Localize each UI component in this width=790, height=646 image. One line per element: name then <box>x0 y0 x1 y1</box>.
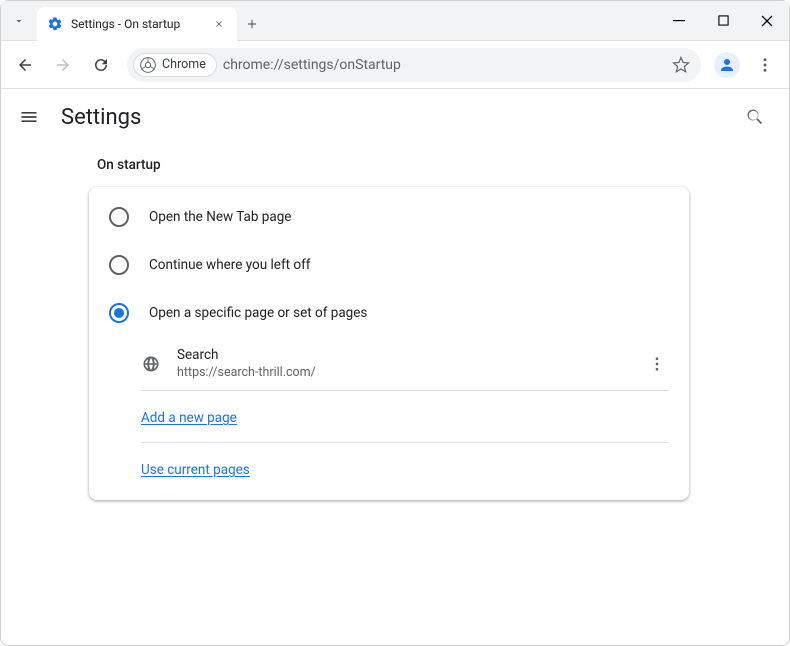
add-new-page-link[interactable]: Add a new page <box>141 410 237 426</box>
globe-icon <box>141 354 161 374</box>
bookmark-button[interactable] <box>667 51 695 79</box>
url-input[interactable] <box>223 57 661 73</box>
section-heading: On startup <box>97 157 789 173</box>
option-continue[interactable]: Continue where you left off <box>89 241 689 289</box>
radio-button[interactable] <box>109 255 129 275</box>
page-row-more-button[interactable] <box>641 348 673 380</box>
option-label: Open the New Tab page <box>149 209 291 225</box>
maximize-icon <box>718 15 729 26</box>
nav-back-button[interactable] <box>9 49 41 81</box>
option-specific-pages[interactable]: Open a specific page or set of pages <box>89 289 689 337</box>
close-icon <box>761 15 773 27</box>
titlebar-drag-region <box>267 1 657 40</box>
window-maximize-button[interactable] <box>701 1 745 41</box>
avatar <box>714 52 740 78</box>
chevron-down-icon <box>13 15 25 27</box>
omnibox[interactable]: Chrome <box>127 48 701 82</box>
browser-toolbar: Chrome <box>1 41 789 89</box>
browser-tab[interactable]: Settings - On startup <box>37 7 237 41</box>
close-icon <box>214 19 224 29</box>
startup-page-url: https://search-thrill.com/ <box>177 365 625 380</box>
settings-search-button[interactable] <box>737 99 773 135</box>
settings-menu-button[interactable] <box>17 105 41 129</box>
more-vertical-icon <box>756 56 774 74</box>
plus-icon <box>245 17 259 31</box>
radio-button[interactable] <box>109 207 129 227</box>
option-label: Open a specific page or set of pages <box>149 305 367 321</box>
on-startup-card: Open the New Tab page Continue where you… <box>89 187 689 500</box>
settings-content: On startup Open the New Tab page Continu… <box>1 145 789 500</box>
star-icon <box>672 56 690 74</box>
gear-icon <box>47 16 63 32</box>
tab-close-button[interactable] <box>211 16 227 32</box>
menu-icon <box>19 107 39 127</box>
arrow-right-icon <box>54 56 72 74</box>
chrome-logo-icon <box>140 57 156 73</box>
profile-button[interactable] <box>711 49 743 81</box>
nav-forward-button[interactable] <box>47 49 79 81</box>
tab-search-dropdown[interactable] <box>1 1 37 40</box>
new-tab-button[interactable] <box>237 7 267 40</box>
startup-page-row: Search https://search-thrill.com/ <box>141 337 669 390</box>
tab-title: Settings - On startup <box>71 17 203 31</box>
radio-button[interactable] <box>109 303 129 323</box>
window-close-button[interactable] <box>745 1 789 41</box>
more-vertical-icon <box>648 355 666 373</box>
reload-icon <box>92 56 110 74</box>
use-current-pages-link[interactable]: Use current pages <box>141 462 250 478</box>
option-new-tab-page[interactable]: Open the New Tab page <box>89 193 689 241</box>
site-chip[interactable]: Chrome <box>133 53 217 77</box>
nav-reload-button[interactable] <box>85 49 117 81</box>
startup-pages-list: Search https://search-thrill.com/ Add a … <box>141 337 669 494</box>
page-title: Settings <box>61 105 141 130</box>
window-minimize-button[interactable] <box>657 1 701 41</box>
window-titlebar: Settings - On startup <box>1 1 789 41</box>
minimize-icon <box>673 15 685 27</box>
site-chip-label: Chrome <box>162 57 206 72</box>
arrow-left-icon <box>16 56 34 74</box>
chrome-menu-button[interactable] <box>749 49 781 81</box>
search-icon <box>745 107 765 127</box>
startup-page-name: Search <box>177 347 625 363</box>
settings-header: Settings <box>1 89 789 145</box>
option-label: Continue where you left off <box>149 257 311 273</box>
window-controls <box>657 1 789 40</box>
person-icon <box>718 56 736 74</box>
